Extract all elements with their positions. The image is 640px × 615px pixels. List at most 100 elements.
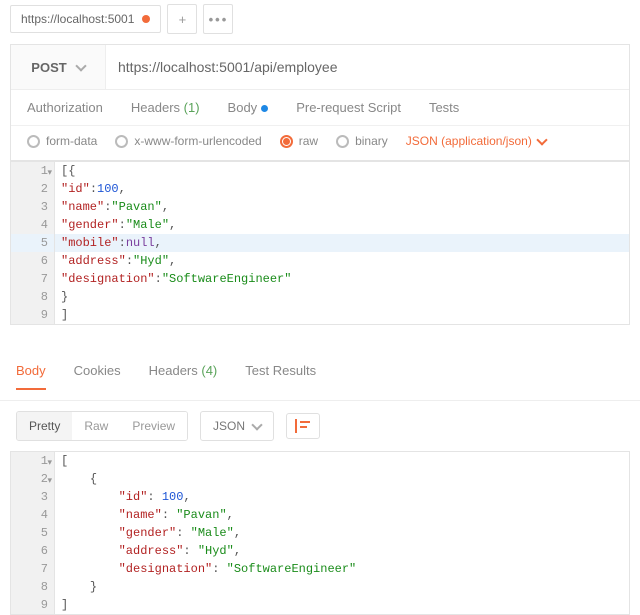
- tab-headers[interactable]: Headers (1): [131, 100, 200, 115]
- code-content: "name":"Pavan",: [55, 198, 629, 216]
- request-tab[interactable]: https://localhost:5001: [10, 5, 161, 33]
- gutter-line-number: 8: [11, 578, 55, 596]
- radio-form-data[interactable]: form-data: [27, 134, 97, 148]
- radio-binary[interactable]: binary: [336, 134, 388, 148]
- gutter-line-number: 2: [11, 180, 55, 198]
- gutter-line-number: 2▾: [11, 470, 55, 488]
- plus-icon: +: [179, 12, 187, 27]
- code-content: [{: [55, 162, 629, 180]
- new-tab-button[interactable]: +: [167, 4, 197, 34]
- code-content: }: [55, 288, 629, 306]
- code-content: "name": "Pavan",: [55, 506, 629, 524]
- content-type-dropdown[interactable]: JSON (application/json): [406, 134, 546, 148]
- gutter-line-number: 4: [11, 506, 55, 524]
- gutter-line-number: 6: [11, 542, 55, 560]
- tab-prerequest[interactable]: Pre-request Script: [296, 100, 401, 115]
- body-type-options: form-data x-www-form-urlencoded raw bina…: [11, 125, 629, 160]
- code-content: }: [55, 578, 629, 596]
- response-section-tabs: Body Cookies Headers (4) Test Results: [0, 347, 640, 401]
- radio-icon: [280, 135, 293, 148]
- chevron-down-icon: [536, 134, 547, 145]
- code-line: 6"address":"Hyd",: [11, 252, 629, 270]
- code-content: "id":100,: [55, 180, 629, 198]
- code-content: "mobile":null,: [55, 234, 629, 252]
- code-content: "address": "Hyd",: [55, 542, 629, 560]
- response-view-controls: Pretty Raw Preview JSON: [0, 401, 640, 451]
- code-line: 5"mobile":null,: [11, 234, 629, 252]
- wrap-icon: [295, 419, 311, 433]
- http-method-dropdown[interactable]: POST: [11, 45, 106, 89]
- resp-tab-test-results[interactable]: Test Results: [245, 363, 316, 390]
- gutter-line-number: 3: [11, 198, 55, 216]
- unsaved-dot-icon: [142, 15, 150, 23]
- code-line: 7 "designation": "SoftwareEngineer": [11, 560, 629, 578]
- ellipsis-icon: •••: [209, 12, 229, 27]
- code-content: "id": 100,: [55, 488, 629, 506]
- code-line: 5 "gender": "Male",: [11, 524, 629, 542]
- radio-icon: [336, 135, 349, 148]
- code-line: 7"designation":"SoftwareEngineer": [11, 270, 629, 288]
- code-line: 1▾[: [11, 452, 629, 470]
- gutter-line-number: 1▾: [11, 162, 55, 180]
- radio-raw[interactable]: raw: [280, 134, 318, 148]
- code-line: 2"id":100,: [11, 180, 629, 198]
- tab-authorization[interactable]: Authorization: [27, 100, 103, 115]
- code-line: 4"gender":"Male",: [11, 216, 629, 234]
- gutter-line-number: 5: [11, 524, 55, 542]
- code-content: [: [55, 452, 629, 470]
- wrap-lines-button[interactable]: [286, 413, 320, 439]
- gutter-line-number: 7: [11, 560, 55, 578]
- chevron-down-icon: [75, 60, 86, 71]
- code-content: "designation": "SoftwareEngineer": [55, 560, 629, 578]
- radio-icon: [115, 135, 128, 148]
- chevron-down-icon: [251, 419, 262, 430]
- view-pretty-button[interactable]: Pretty: [17, 412, 72, 440]
- gutter-line-number: 3: [11, 488, 55, 506]
- url-input[interactable]: [106, 45, 629, 89]
- tab-body[interactable]: Body: [228, 100, 269, 115]
- response-format-dropdown[interactable]: JSON: [200, 411, 274, 441]
- code-content: {: [55, 470, 629, 488]
- gutter-line-number: 9: [11, 306, 55, 324]
- resp-tab-body[interactable]: Body: [16, 363, 46, 390]
- method-label: POST: [31, 60, 66, 75]
- gutter-line-number: 7: [11, 270, 55, 288]
- tab-options-button[interactable]: •••: [203, 4, 233, 34]
- request-section-tabs: Authorization Headers (1) Body Pre-reque…: [11, 89, 629, 125]
- radio-icon: [27, 135, 40, 148]
- gutter-line-number: 9: [11, 596, 55, 614]
- code-content: "address":"Hyd",: [55, 252, 629, 270]
- code-line: 4 "name": "Pavan",: [11, 506, 629, 524]
- code-content: ]: [55, 306, 629, 324]
- request-body-editor[interactable]: 1▾[{2"id":100,3"name":"Pavan",4"gender":…: [10, 161, 630, 325]
- gutter-line-number: 6: [11, 252, 55, 270]
- gutter-line-number: 1▾: [11, 452, 55, 470]
- code-line: 6 "address": "Hyd",: [11, 542, 629, 560]
- code-line: 1▾[{: [11, 162, 629, 180]
- code-content: ]: [55, 596, 629, 614]
- code-line: 9]: [11, 596, 629, 614]
- radio-urlencoded[interactable]: x-www-form-urlencoded: [115, 134, 261, 148]
- gutter-line-number: 4: [11, 216, 55, 234]
- view-preview-button[interactable]: Preview: [120, 412, 187, 440]
- code-line: 9]: [11, 306, 629, 324]
- gutter-line-number: 8: [11, 288, 55, 306]
- request-builder: POST Authorization Headers (1) Body Pre-…: [10, 44, 630, 161]
- code-line: 2▾ {: [11, 470, 629, 488]
- tab-url: https://localhost:5001: [21, 12, 134, 26]
- resp-tab-cookies[interactable]: Cookies: [74, 363, 121, 390]
- code-line: 3 "id": 100,: [11, 488, 629, 506]
- view-raw-button[interactable]: Raw: [72, 412, 120, 440]
- view-mode-group: Pretty Raw Preview: [16, 411, 188, 441]
- body-indicator-icon: [261, 105, 268, 112]
- response-body-viewer[interactable]: 1▾[2▾ {3 "id": 100,4 "name": "Pavan",5 "…: [10, 451, 630, 615]
- code-line: 8}: [11, 288, 629, 306]
- tab-bar: https://localhost:5001 + •••: [0, 0, 640, 34]
- code-line: 3"name":"Pavan",: [11, 198, 629, 216]
- code-content: "designation":"SoftwareEngineer": [55, 270, 629, 288]
- code-content: "gender":"Male",: [55, 216, 629, 234]
- tab-tests[interactable]: Tests: [429, 100, 459, 115]
- gutter-line-number: 5: [11, 234, 55, 252]
- code-content: "gender": "Male",: [55, 524, 629, 542]
- resp-tab-headers[interactable]: Headers (4): [149, 363, 218, 390]
